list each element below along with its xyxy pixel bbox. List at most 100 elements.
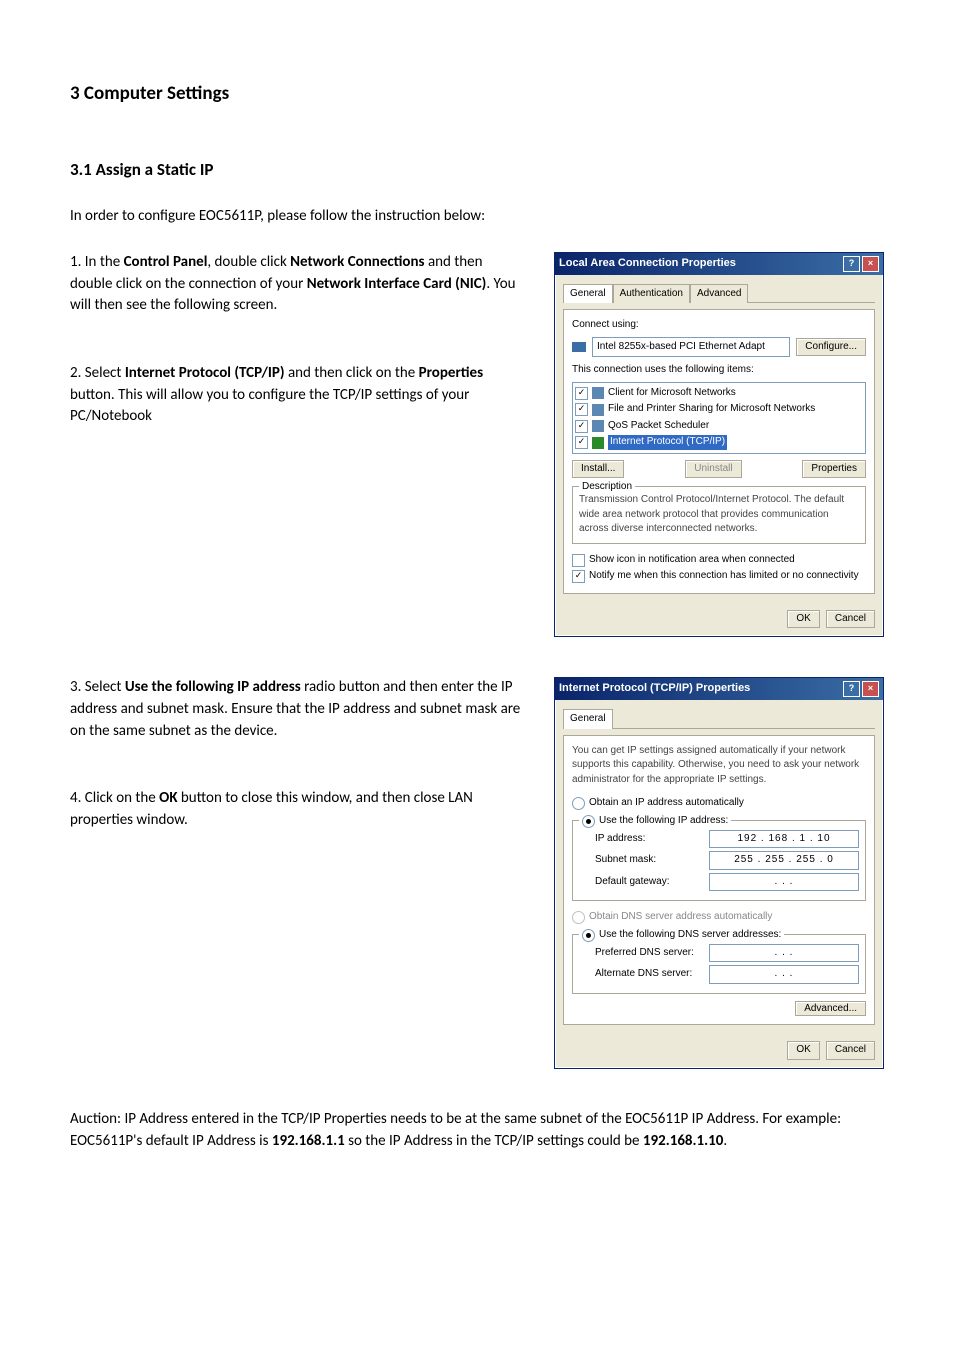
- tabs: General Authentication Advanced: [563, 283, 875, 304]
- item-label: File and Printer Sharing for Microsoft N…: [608, 402, 815, 417]
- step-2: 2. Select Internet Protocol (TCP/IP) and…: [70, 363, 524, 428]
- radio-label: Obtain DNS server address automatically: [589, 910, 772, 925]
- item-label-selected: Internet Protocol (TCP/IP): [608, 435, 727, 450]
- help-icon[interactable]: ?: [843, 256, 860, 272]
- radio-icon[interactable]: [572, 797, 585, 810]
- text: 2. Select: [70, 364, 125, 382]
- item-label: QoS Packet Scheduler: [608, 419, 709, 434]
- bold: Internet Protocol (TCP/IP): [125, 364, 285, 382]
- tab-general[interactable]: General: [563, 284, 613, 304]
- description-legend: Description: [579, 480, 635, 495]
- alternate-dns-label: Alternate DNS server:: [595, 967, 692, 982]
- connect-using-label: Connect using:: [572, 318, 866, 333]
- uninstall-button: Uninstall: [685, 460, 741, 479]
- bold: OK: [159, 789, 177, 807]
- ok-button[interactable]: OK: [787, 1041, 819, 1060]
- help-icon[interactable]: ?: [843, 681, 860, 697]
- tcpip-properties-dialog: Internet Protocol (TCP/IP) Properties ? …: [554, 677, 884, 1069]
- step-3: 3. Select Use the following IP address r…: [70, 677, 524, 742]
- checkbox-icon[interactable]: ✓: [575, 420, 588, 433]
- checkbox-icon[interactable]: ✓: [572, 570, 585, 583]
- bold: 192.168.1.1: [272, 1132, 345, 1150]
- checkbox-icon[interactable]: ✓: [575, 436, 588, 449]
- ok-button[interactable]: OK: [787, 610, 819, 629]
- service-icon: [592, 420, 604, 432]
- auction-note: Auction: IP Address entered in the TCP/I…: [70, 1109, 884, 1153]
- properties-button[interactable]: Properties: [802, 460, 866, 479]
- radio-icon[interactable]: [582, 929, 595, 942]
- subnet-mask-input[interactable]: 255 . 255 . 255 . 0: [709, 851, 859, 870]
- radio-label: Obtain an IP address automatically: [589, 796, 744, 811]
- tcpip-intro-text: You can get IP settings assigned automat…: [572, 744, 866, 788]
- cancel-button[interactable]: Cancel: [826, 610, 875, 629]
- use-dns-radio-legend[interactable]: Use the following DNS server addresses:: [579, 928, 784, 943]
- obtain-dns-auto-radio: Obtain DNS server address automatically: [572, 909, 866, 926]
- radio-icon[interactable]: [582, 815, 595, 828]
- text: 4. Click on the: [70, 789, 159, 807]
- bold: Network Connections: [290, 253, 424, 271]
- item-label: Client for Microsoft Networks: [608, 386, 736, 401]
- bold: Use the following IP address: [125, 678, 301, 696]
- text: button. This will allow you to configure…: [70, 386, 469, 426]
- bold: 192.168.1.10: [643, 1132, 723, 1150]
- tabs: General: [563, 708, 875, 729]
- dialog-titlebar: Local Area Connection Properties ? ×: [555, 253, 883, 275]
- description-group: Description Transmission Control Protoco…: [572, 486, 866, 544]
- dialog-title: Local Area Connection Properties: [559, 256, 736, 272]
- bold: Properties: [419, 364, 483, 382]
- checkbox-label: Show icon in notification area when conn…: [589, 553, 795, 568]
- subnet-mask-label: Subnet mask:: [595, 853, 656, 868]
- list-item[interactable]: ✓ Internet Protocol (TCP/IP): [575, 434, 863, 451]
- list-item[interactable]: ✓ File and Printer Sharing for Microsoft …: [575, 401, 863, 418]
- install-button[interactable]: Install...: [572, 460, 624, 479]
- dialog-titlebar: Internet Protocol (TCP/IP) Properties ? …: [555, 678, 883, 700]
- default-gateway-input[interactable]: . . .: [709, 873, 859, 892]
- tab-general[interactable]: General: [563, 709, 613, 729]
- preferred-dns-input[interactable]: . . .: [709, 944, 859, 963]
- checkbox-icon[interactable]: ✓: [575, 387, 588, 400]
- obtain-ip-auto-radio[interactable]: Obtain an IP address automatically: [572, 795, 866, 812]
- close-icon[interactable]: ×: [862, 681, 879, 697]
- protocol-icon: [592, 437, 604, 449]
- alternate-dns-input[interactable]: . . .: [709, 965, 859, 984]
- list-item[interactable]: ✓ Client for Microsoft Networks: [575, 385, 863, 402]
- section-title: 3 Computer Settings: [70, 80, 884, 108]
- text: 3. Select: [70, 678, 125, 696]
- radio-icon: [572, 911, 585, 924]
- subsection-title: 3.1 Assign a Static IP: [70, 158, 884, 183]
- connection-items-list[interactable]: ✓ Client for Microsoft Networks ✓ File and…: [572, 382, 866, 454]
- cancel-button[interactable]: Cancel: [826, 1041, 875, 1060]
- configure-button[interactable]: Configure...: [796, 338, 866, 357]
- notify-checkbox-row[interactable]: ✓Notify me when this connection has limi…: [572, 568, 866, 585]
- close-icon[interactable]: ×: [862, 256, 879, 272]
- tab-advanced[interactable]: Advanced: [690, 284, 748, 304]
- text: 1. In the: [70, 253, 124, 271]
- dialog-title: Internet Protocol (TCP/IP) Properties: [559, 681, 750, 697]
- local-area-connection-properties-dialog: Local Area Connection Properties ? × Gen…: [554, 252, 884, 638]
- text: , double click: [207, 253, 290, 271]
- text: .: [723, 1132, 727, 1150]
- adapter-icon: [572, 342, 586, 352]
- text: so the IP Address in the TCP/IP settings…: [345, 1132, 643, 1150]
- service-icon: [592, 404, 604, 416]
- description-text: Transmission Control Protocol/Internet P…: [579, 493, 859, 537]
- service-icon: [592, 387, 604, 399]
- use-ip-radio-legend[interactable]: Use the following IP address:: [579, 814, 731, 829]
- advanced-button[interactable]: Advanced...: [795, 1001, 866, 1016]
- bold: Network Interface Card (NIC): [307, 275, 487, 293]
- radio-label: Use the following DNS server addresses:: [599, 928, 781, 943]
- tab-authentication[interactable]: Authentication: [613, 284, 690, 304]
- list-item[interactable]: ✓ QoS Packet Scheduler: [575, 418, 863, 435]
- ip-address-input[interactable]: 192 . 168 . 1 . 10: [709, 830, 859, 849]
- preferred-dns-label: Preferred DNS server:: [595, 946, 694, 961]
- show-icon-checkbox-row[interactable]: Show icon in notification area when conn…: [572, 552, 866, 569]
- step-1: 1. In the Control Panel, double click Ne…: [70, 252, 524, 317]
- checkbox-icon[interactable]: [572, 554, 585, 567]
- text: and then click on the: [285, 364, 419, 382]
- bold: Control Panel: [124, 253, 208, 271]
- use-following-dns-group: Use the following DNS server addresses: …: [572, 934, 866, 994]
- connection-items-label: This connection uses the following items…: [572, 363, 866, 378]
- ip-address-label: IP address:: [595, 832, 645, 847]
- step-4: 4. Click on the OK button to close this …: [70, 788, 524, 832]
- checkbox-icon[interactable]: ✓: [575, 403, 588, 416]
